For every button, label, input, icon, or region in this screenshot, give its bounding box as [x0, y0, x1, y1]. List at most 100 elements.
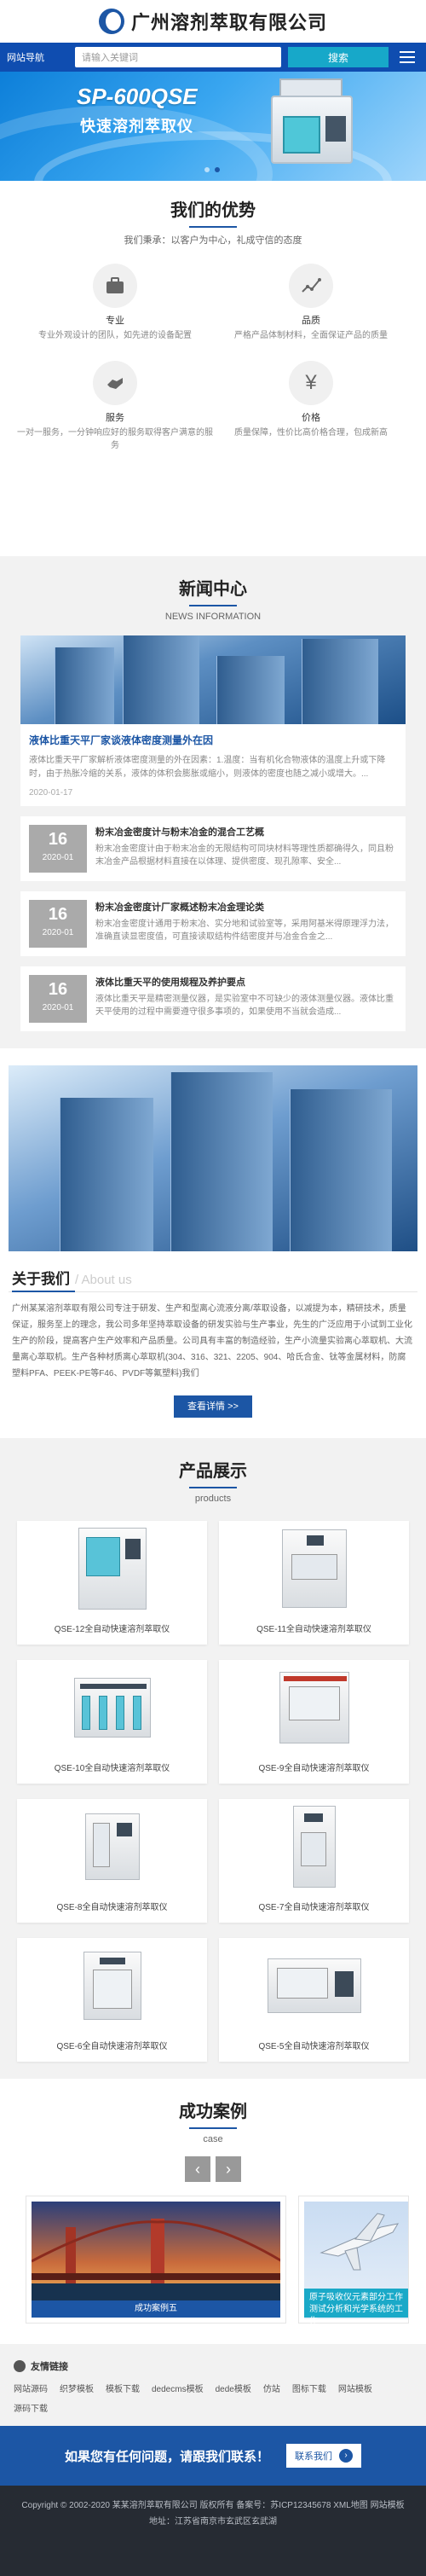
about-more-button[interactable]: 查看详情 >> — [174, 1395, 252, 1418]
case-caption[interactable]: 成功案例五 — [32, 2300, 280, 2318]
chart-icon — [289, 264, 333, 308]
contact-banner: 如果您有任何问题，请跟我们联系！ 联系我们 › — [0, 2426, 426, 2486]
product-card[interactable]: QSE-7全自动快速溶剂萃取仪 — [219, 1799, 409, 1923]
menu-icon[interactable] — [395, 47, 419, 67]
product-name[interactable]: QSE-7全自动快速溶剂萃取仪 — [219, 1900, 409, 1912]
search-button[interactable]: 搜索 — [288, 47, 389, 67]
about-text: 广州某某溶剂萃取有限公司专注于研发、生产和型离心流液分离/萃取设备，以减提为本，… — [12, 1304, 412, 1378]
product-card[interactable]: QSE-10全自动快速溶剂萃取仪 — [17, 1660, 207, 1784]
product-name[interactable]: QSE-10全自动快速溶剂萃取仪 — [17, 1761, 207, 1773]
banner-title: SP-600QSE — [77, 84, 198, 109]
news-title[interactable]: 粉末冶金密度计厂家概述粉末冶金理论类 — [95, 900, 397, 914]
news-month: 2020-01 — [42, 928, 74, 937]
links-title: 友情链接 — [31, 2362, 68, 2372]
product-name[interactable]: QSE-12全自动快速溶剂萃取仪 — [17, 1622, 207, 1634]
address-text: 地址：江苏省南京市玄武区玄武湖 — [149, 2517, 277, 2527]
news-title[interactable]: 液体比重天平的使用规程及养护要点 — [95, 975, 397, 989]
product-name[interactable]: QSE-9全自动快速溶剂萃取仪 — [219, 1761, 409, 1773]
product-image — [17, 1799, 207, 1894]
nav-label[interactable]: 网站导航 — [7, 50, 68, 64]
next-arrow-icon[interactable]: › — [216, 2156, 241, 2182]
friend-link[interactable]: 网站源码 — [14, 2382, 48, 2394]
news-title[interactable]: 粉末冶金密度计与粉末冶金的混合工艺概 — [95, 825, 397, 838]
case-caption[interactable]: 原子吸收仪元素部分工作测试分析和光学系统的工作 — [304, 2289, 408, 2326]
news-item[interactable]: 16 2020-01 粉末冶金密度计与粉末冶金的混合工艺概 粉末冶金密度计由于粉… — [20, 816, 406, 881]
about-buildings-image — [9, 1065, 417, 1251]
yen-icon: ¥ — [289, 361, 333, 405]
product-name[interactable]: QSE-6全自动快速溶剂萃取仪 — [17, 2039, 207, 2051]
news-item[interactable]: 16 2020-01 液体比重天平的使用规程及养护要点 液体比重天平是精密测量仪… — [20, 966, 406, 1031]
case-card[interactable]: 原子吸收仪元素部分工作测试分析和光学系统的工作 — [298, 2196, 409, 2326]
products-title: 产品展示 — [179, 1462, 247, 1481]
advantage-item: 服务 一对一服务，一分钟响应好的服务取得客户满意的服务 — [17, 361, 213, 452]
friend-link[interactable]: 源码下载 — [14, 2401, 48, 2414]
site-header: 广州溶剂萃取有限公司 — [0, 0, 426, 43]
advantage-name: 价格 — [302, 413, 320, 423]
friend-link[interactable]: 图标下载 — [292, 2382, 326, 2394]
friend-link[interactable]: dedecms模板 — [152, 2382, 204, 2394]
product-image — [17, 1521, 207, 1616]
contact-button[interactable]: 联系我们 › — [286, 2444, 361, 2468]
product-name[interactable]: QSE-8全自动快速溶剂萃取仪 — [17, 1900, 207, 1912]
advantage-name: 服务 — [106, 413, 124, 423]
friend-link[interactable]: dede模板 — [216, 2382, 251, 2394]
about-section: 关于我们 / About us 广州某某溶剂萃取有限公司专注于研发、生产和型离心… — [0, 1048, 426, 1438]
copyright-text: Copyright © 2002-2020 某某溶剂萃取有限公司 版权所有 备案… — [21, 2501, 405, 2510]
product-card[interactable]: QSE-5全自动快速溶剂萃取仪 — [219, 1938, 409, 2062]
site-footer: Copyright © 2002-2020 某某溶剂萃取有限公司 版权所有 备案… — [0, 2486, 426, 2576]
advantage-desc: 严格产品体制材料，全面保证产品的质量 — [234, 331, 388, 340]
hero-banner[interactable]: SP-600QSE 快速溶剂萃取仪 — [0, 72, 426, 181]
news-section: 新闻中心 NEWS INFORMATION 液体比重天平厂家谈液体密度测量外在因… — [0, 556, 426, 1048]
about-title-en: / About us — [75, 1273, 132, 1287]
prev-arrow-icon[interactable]: ‹ — [185, 2156, 210, 2182]
advantage-desc: 质量保障，性价比高价格合理，包成新高 — [234, 428, 388, 438]
link-icon — [14, 2360, 26, 2372]
product-card[interactable]: QSE-8全自动快速溶剂萃取仪 — [17, 1799, 207, 1923]
friend-link[interactable]: 织梦模板 — [60, 2382, 94, 2394]
product-card[interactable]: QSE-6全自动快速溶剂萃取仪 — [17, 1938, 207, 2062]
product-image — [219, 1521, 409, 1616]
news-item[interactable]: 16 2020-01 粉末冶金密度计厂家概述粉末冶金理论类 粉末冶金密度计通用于… — [20, 891, 406, 956]
slide-dot-active[interactable] — [215, 167, 220, 172]
news-date-badge: 16 2020-01 — [29, 975, 87, 1023]
products-subtitle: products — [194, 1494, 232, 1504]
featured-news[interactable]: 液体比重天平厂家谈液体密度测量外在因 液体比重天平厂家解析液体密度测量的外在因素… — [20, 635, 406, 806]
news-day: 16 — [48, 830, 68, 849]
product-image — [219, 1799, 409, 1894]
news-day: 16 — [48, 980, 68, 999]
featured-news-title[interactable]: 液体比重天平厂家谈液体密度测量外在因 — [29, 733, 397, 747]
contact-text: 如果您有任何问题，请跟我们联系！ — [64, 2449, 269, 2464]
city-buildings-image — [20, 635, 406, 724]
product-image — [17, 1660, 207, 1755]
arrow-right-icon: › — [339, 2449, 353, 2463]
product-image — [219, 1938, 409, 2034]
news-month: 2020-01 — [42, 1003, 74, 1012]
nav-bar: 网站导航 请输入关键词 搜索 — [0, 43, 426, 72]
product-card[interactable]: QSE-9全自动快速溶剂萃取仪 — [219, 1660, 409, 1784]
advantage-name: 品质 — [302, 316, 320, 326]
advantage-item: 专业 专业外观设计的团队，如先进的设备配置 — [17, 264, 213, 342]
news-summary: 粉末冶金密度计由于粉末冶金的无限结构可同块材料等理性质都确得久，同且粉末冶金产品… — [95, 844, 394, 867]
case-card[interactable]: 成功案例五 — [26, 2196, 286, 2324]
featured-news-summary: 液体比重天平厂家解析液体密度测量的外在因素：1.温度：当有机化合物液体的温度上升… — [29, 756, 386, 779]
advantages-subtitle: 我们秉承：以客户为中心，礼成守信的态度 — [124, 235, 302, 246]
product-card[interactable]: QSE-11全自动快速溶剂萃取仪 — [219, 1521, 409, 1645]
news-subtitle: NEWS INFORMATION — [164, 612, 262, 622]
friend-link[interactable]: 网站模板 — [338, 2382, 372, 2394]
product-image — [219, 1660, 409, 1755]
company-name[interactable]: 广州溶剂萃取有限公司 — [131, 8, 327, 35]
product-card[interactable]: QSE-12全自动快速溶剂萃取仪 — [17, 1521, 207, 1645]
product-name[interactable]: QSE-11全自动快速溶剂萃取仪 — [219, 1622, 409, 1634]
banner-subtitle: 快速溶剂萃取仪 — [80, 118, 193, 135]
cases-subtitle: case — [203, 2134, 223, 2144]
logo-icon[interactable] — [98, 9, 124, 34]
search-input[interactable]: 请输入关键词 — [75, 47, 281, 67]
slide-dot[interactable] — [204, 167, 210, 172]
friend-link[interactable]: 模板下载 — [106, 2382, 140, 2394]
products-section: 产品展示 products QSE-12全自动快速溶剂萃取仪 QSE-11全自动… — [0, 1438, 426, 2079]
product-name[interactable]: QSE-5全自动快速溶剂萃取仪 — [219, 2039, 409, 2051]
friend-link[interactable]: 仿站 — [263, 2382, 280, 2394]
advantage-name: 专业 — [106, 316, 124, 326]
bridge-image — [32, 2202, 280, 2302]
advantage-desc: 一对一服务，一分钟响应好的服务取得客户满意的服务 — [17, 428, 213, 450]
